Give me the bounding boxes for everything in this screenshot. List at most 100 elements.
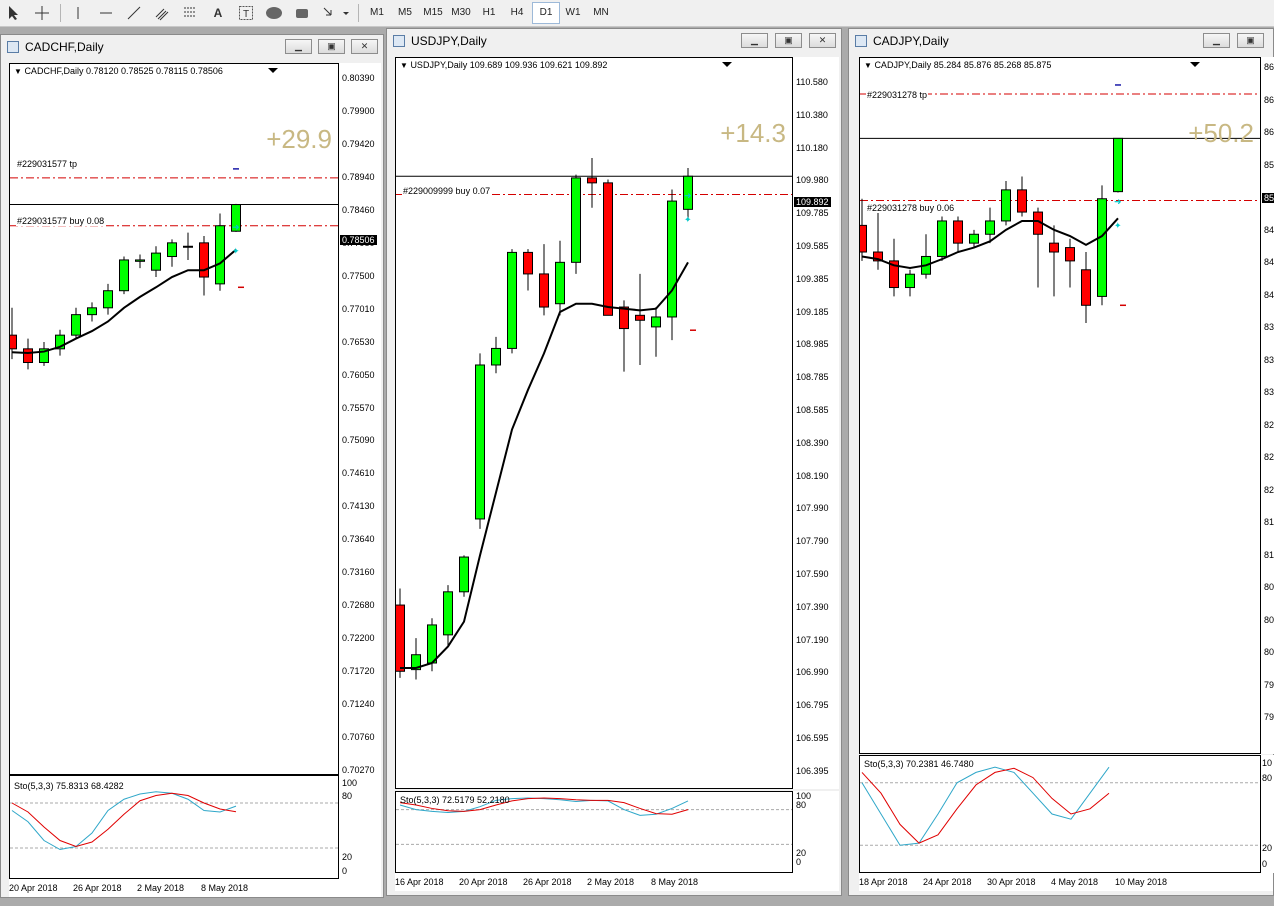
price-chart[interactable]: ➜ ✦ ▼ USDJPY,Daily 109.689 109.936 109.62… <box>395 57 793 789</box>
timeframe-d1-button[interactable]: D1 <box>532 2 560 24</box>
bull-candle <box>667 200 677 318</box>
stochastic-label: Sto(5,3,3) 70.2381 46.7480 <box>864 759 974 769</box>
timeframe-h1-button[interactable]: H1 <box>476 3 502 23</box>
price-tick-label: 107.990 <box>796 503 829 514</box>
bull-candle <box>215 225 225 285</box>
window-titlebar[interactable]: CADJPY,Daily ▁ ▣ <box>849 29 1273 53</box>
minimize-button[interactable]: ▁ <box>285 39 312 54</box>
stochastic-axis: 10 80 20 0 <box>1261 755 1274 873</box>
horizontal-line-icon[interactable] <box>96 3 116 23</box>
stochastic-axis: 100 80 20 0 <box>793 791 839 873</box>
bull-candle <box>103 290 113 309</box>
bull-candle <box>507 251 517 349</box>
restore-button[interactable]: ▣ <box>1237 33 1264 48</box>
timeframe-m30-button[interactable]: M30 <box>448 3 474 23</box>
price-tick-label: 110.380 <box>796 109 828 120</box>
bear-candle <box>635 314 645 321</box>
window-titlebar[interactable]: USDJPY,Daily ▁ ▣ ✕ <box>387 29 841 53</box>
chart-shift-icon <box>722 62 732 67</box>
chart-window-cadjpy[interactable]: CADJPY,Daily ▁ ▣ ➜ ✦ ▼ CADJPY,Daily 85.28… <box>848 28 1274 896</box>
price-tick-label: 107.590 <box>796 569 829 579</box>
fibonacci-retracement-icon[interactable] <box>180 3 200 23</box>
bull-candle <box>491 347 501 366</box>
bull-candle <box>135 259 145 262</box>
minimize-button[interactable]: ▁ <box>741 33 768 48</box>
bear-candle <box>539 273 549 308</box>
minimize-button[interactable]: ▁ <box>1203 33 1230 48</box>
price-tick-label: 109.185 <box>796 306 829 317</box>
timeframe-m5-button[interactable]: M5 <box>392 3 418 23</box>
trendline-icon[interactable] <box>124 3 144 23</box>
svg-text:T: T <box>243 9 249 20</box>
chart-window-cadchf[interactable]: CADCHF,Daily ▁ ▣ ✕ ➜ ✦ ▼ CADCHF,Daily 0.7… <box>0 34 384 898</box>
price-tick-label: 0.79420 <box>342 138 375 149</box>
bear-candle <box>1017 189 1027 213</box>
window-titlebar[interactable]: CADCHF,Daily ▁ ▣ ✕ <box>1 35 383 59</box>
fibonacci-channel-icon[interactable] <box>152 3 172 23</box>
bull-candle <box>651 316 661 328</box>
bull-candle <box>443 591 453 636</box>
arrows-icon[interactable] <box>320 3 350 23</box>
bear-candle <box>199 242 209 278</box>
bull-candle <box>969 233 979 244</box>
current-price-marker: 85 <box>1262 193 1274 203</box>
price-tick-label: 106.595 <box>796 733 829 743</box>
price-chart[interactable]: ➜ ✦ ▼ CADJPY,Daily 85.284 85.876 85.268 8… <box>859 57 1261 754</box>
price-tick-label: 84 <box>1264 289 1274 300</box>
price-tick-label: 0.76530 <box>342 336 375 347</box>
price-tick-label: 0.75090 <box>342 435 375 446</box>
price-tick-label: 0.74130 <box>342 501 375 512</box>
toolbar: A T M1 M5 M15 M30 H1 H4 D1 W1 MN <box>0 0 1274 27</box>
bull-candle <box>427 624 437 664</box>
rectangle-icon[interactable] <box>292 3 312 23</box>
date-axis: 18 Apr 2018 24 Apr 2018 30 Apr 2018 4 Ma… <box>859 873 1273 891</box>
bull-candle <box>475 364 485 520</box>
price-tick-label: 0.76050 <box>342 369 375 380</box>
restore-button[interactable]: ▣ <box>318 39 345 54</box>
tp-label: #229031278 tp <box>866 90 929 100</box>
stochastic-panel[interactable]: Sto(5,3,3) 72.5179 52.2180 <box>395 791 793 873</box>
price-tick-label: 109.785 <box>796 208 829 219</box>
order-label: #229031577 buy 0.08 <box>16 216 106 226</box>
timeframe-mn-button[interactable]: MN <box>588 3 614 23</box>
stochastic-panel[interactable]: Sto(5,3,3) 75.8313 68.4282 <box>9 775 339 879</box>
bear-candle <box>1081 269 1091 306</box>
bull-candle <box>555 261 565 305</box>
price-chart[interactable]: ➜ ✦ ▼ CADCHF,Daily 0.78120 0.78525 0.7811… <box>9 63 339 775</box>
timeframe-m1-button[interactable]: M1 <box>364 3 390 23</box>
price-tick-label: 107.790 <box>796 536 829 547</box>
price-tick-label: 0.78940 <box>342 171 375 182</box>
timeframe-w1-button[interactable]: W1 <box>560 3 586 23</box>
price-tick-label: 84 <box>1264 224 1274 235</box>
entry-star-icon: ✦ <box>1114 221 1122 231</box>
price-tick-label: 82 <box>1264 452 1274 462</box>
crosshair-icon[interactable] <box>32 3 52 23</box>
timeframe-m15-button[interactable]: M15 <box>420 3 446 23</box>
ellipse-icon[interactable] <box>264 3 284 23</box>
timeframe-h4-button[interactable]: H4 <box>504 3 530 23</box>
bear-candle <box>1065 247 1075 262</box>
chart-window-icon <box>393 35 405 47</box>
price-tick-label: 107.390 <box>796 601 829 612</box>
close-button[interactable]: ✕ <box>351 39 378 54</box>
stoch-signal-line <box>11 792 237 848</box>
entry-arrow-icon: ➜ <box>684 190 692 200</box>
vertical-line-icon[interactable] <box>68 3 88 23</box>
price-tick-label: 109.980 <box>796 175 829 186</box>
price-tick-label: 79 <box>1264 712 1274 722</box>
bull-candle <box>1097 198 1107 297</box>
text-label-icon[interactable]: T <box>236 3 256 23</box>
window-title: CADCHF,Daily <box>25 40 104 54</box>
bear-candle <box>860 224 867 253</box>
restore-button[interactable]: ▣ <box>775 33 802 48</box>
text-icon[interactable]: A <box>208 3 228 23</box>
chart-window-usdjpy[interactable]: USDJPY,Daily ▁ ▣ ✕ ➜ ✦ ▼ USDJPY,Daily 109… <box>386 28 842 896</box>
price-tick-label: 0.73640 <box>342 534 375 545</box>
price-tick-label: 0.77010 <box>342 303 375 314</box>
order-label: #229031278 buy 0.06 <box>866 203 956 213</box>
cursor-icon[interactable] <box>4 3 24 23</box>
price-tick-label: 106.395 <box>796 765 829 776</box>
price-tick-label: 0.78460 <box>342 204 375 215</box>
close-button[interactable]: ✕ <box>809 33 836 48</box>
stochastic-panel[interactable]: Sto(5,3,3) 70.2381 46.7480 <box>859 755 1261 873</box>
